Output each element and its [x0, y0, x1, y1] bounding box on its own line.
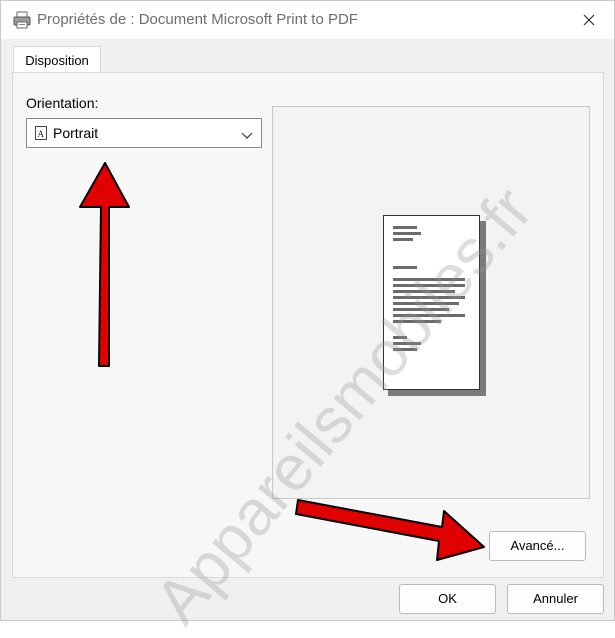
preview-text-line: [393, 278, 465, 281]
cancel-button[interactable]: Annuler: [507, 584, 604, 614]
preview-text-line: [393, 226, 417, 229]
preview-text-line: [393, 336, 407, 339]
chevron-down-icon: [241, 128, 253, 146]
title-bar: Propriétés de : Document Microsoft Print…: [1, 1, 614, 39]
preview-text-line: [393, 320, 441, 323]
preview-text-line: [393, 238, 413, 241]
preview-text-line: [393, 266, 417, 269]
svg-text:A: A: [38, 129, 45, 139]
preview-text-line: [393, 308, 449, 311]
preview-page: [383, 215, 480, 390]
preview-text-line: [393, 302, 459, 305]
portrait-page-icon: A: [35, 126, 47, 145]
orientation-value: Portrait: [53, 125, 99, 141]
close-icon: [583, 14, 595, 26]
close-button[interactable]: [578, 9, 600, 31]
orientation-label: Orientation:: [26, 95, 99, 111]
preview-text-line: [393, 296, 465, 299]
printer-icon: [13, 11, 31, 34]
preview-text-line: [393, 284, 465, 287]
orientation-select[interactable]: A Portrait: [26, 118, 262, 148]
window-title: Propriétés de : Document Microsoft Print…: [37, 11, 358, 28]
preview-text-line: [393, 314, 465, 317]
preview-text-line: [393, 290, 455, 293]
tab-disposition[interactable]: Disposition: [13, 46, 101, 74]
preview-text-line: [393, 348, 417, 351]
preview-text-line: [393, 342, 421, 345]
ok-button[interactable]: OK: [399, 584, 496, 614]
preview-text-line: [393, 232, 421, 235]
advanced-button[interactable]: Avancé...: [489, 531, 586, 561]
